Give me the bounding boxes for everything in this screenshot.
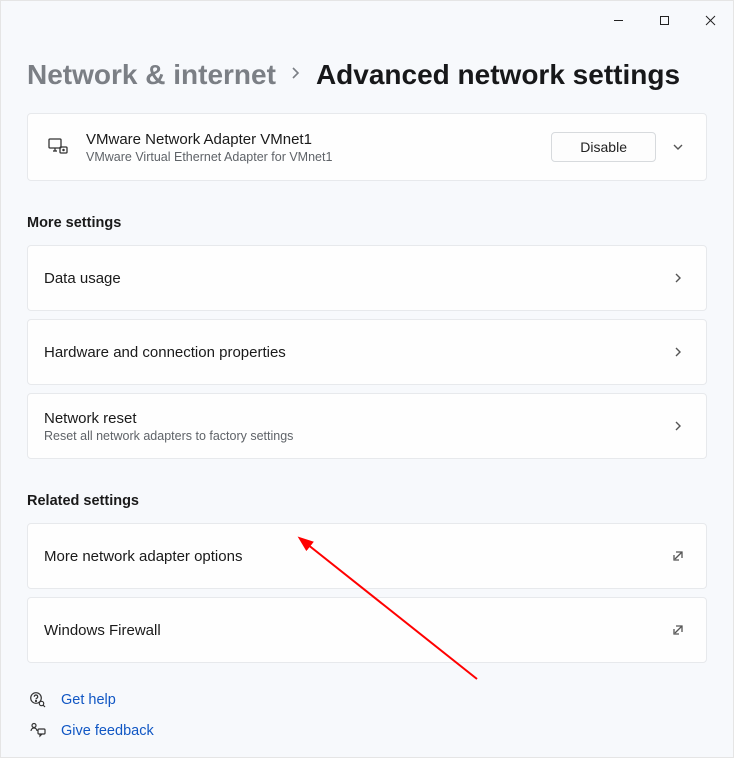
row-sublabel: Reset all network adapters to factory se… <box>44 429 666 443</box>
get-help-link[interactable]: Get help <box>27 691 707 708</box>
adapter-subtitle: VMware Virtual Ethernet Adapter for VMne… <box>86 150 551 164</box>
chevron-right-icon <box>290 66 302 84</box>
adapter-title: VMware Network Adapter VMnet1 <box>86 131 551 148</box>
breadcrumb: Network & internet Advanced network sett… <box>27 59 707 91</box>
chevron-right-icon <box>666 419 690 433</box>
row-windows-firewall[interactable]: Windows Firewall <box>27 597 707 663</box>
external-link-icon <box>666 549 690 563</box>
help-icon <box>27 691 47 708</box>
row-label: More network adapter options <box>44 548 666 565</box>
maximize-button[interactable] <box>641 5 687 35</box>
computer-network-icon <box>44 138 72 156</box>
minimize-button[interactable] <box>595 5 641 35</box>
network-adapter-card[interactable]: VMware Network Adapter VMnet1 VMware Vir… <box>27 113 707 181</box>
breadcrumb-parent[interactable]: Network & internet <box>27 59 276 91</box>
section-more-settings: More settings <box>27 215 707 231</box>
close-button[interactable] <box>687 5 733 35</box>
link-label: Get help <box>61 692 116 708</box>
row-label: Network reset <box>44 410 666 427</box>
chevron-right-icon <box>666 271 690 285</box>
page-title: Advanced network settings <box>316 59 680 91</box>
feedback-icon <box>27 722 47 739</box>
chevron-down-icon[interactable] <box>666 140 690 154</box>
external-link-icon <box>666 623 690 637</box>
chevron-right-icon <box>666 345 690 359</box>
link-label: Give feedback <box>61 723 154 739</box>
section-related-settings: Related settings <box>27 493 707 509</box>
give-feedback-link[interactable]: Give feedback <box>27 722 707 739</box>
row-label: Hardware and connection properties <box>44 344 666 361</box>
row-hardware-properties[interactable]: Hardware and connection properties <box>27 319 707 385</box>
row-adapter-options[interactable]: More network adapter options <box>27 523 707 589</box>
disable-button[interactable]: Disable <box>551 132 656 162</box>
row-label: Data usage <box>44 270 666 287</box>
window-titlebar <box>1 1 733 39</box>
row-network-reset[interactable]: Network reset Reset all network adapters… <box>27 393 707 459</box>
row-label: Windows Firewall <box>44 622 666 639</box>
row-data-usage[interactable]: Data usage <box>27 245 707 311</box>
